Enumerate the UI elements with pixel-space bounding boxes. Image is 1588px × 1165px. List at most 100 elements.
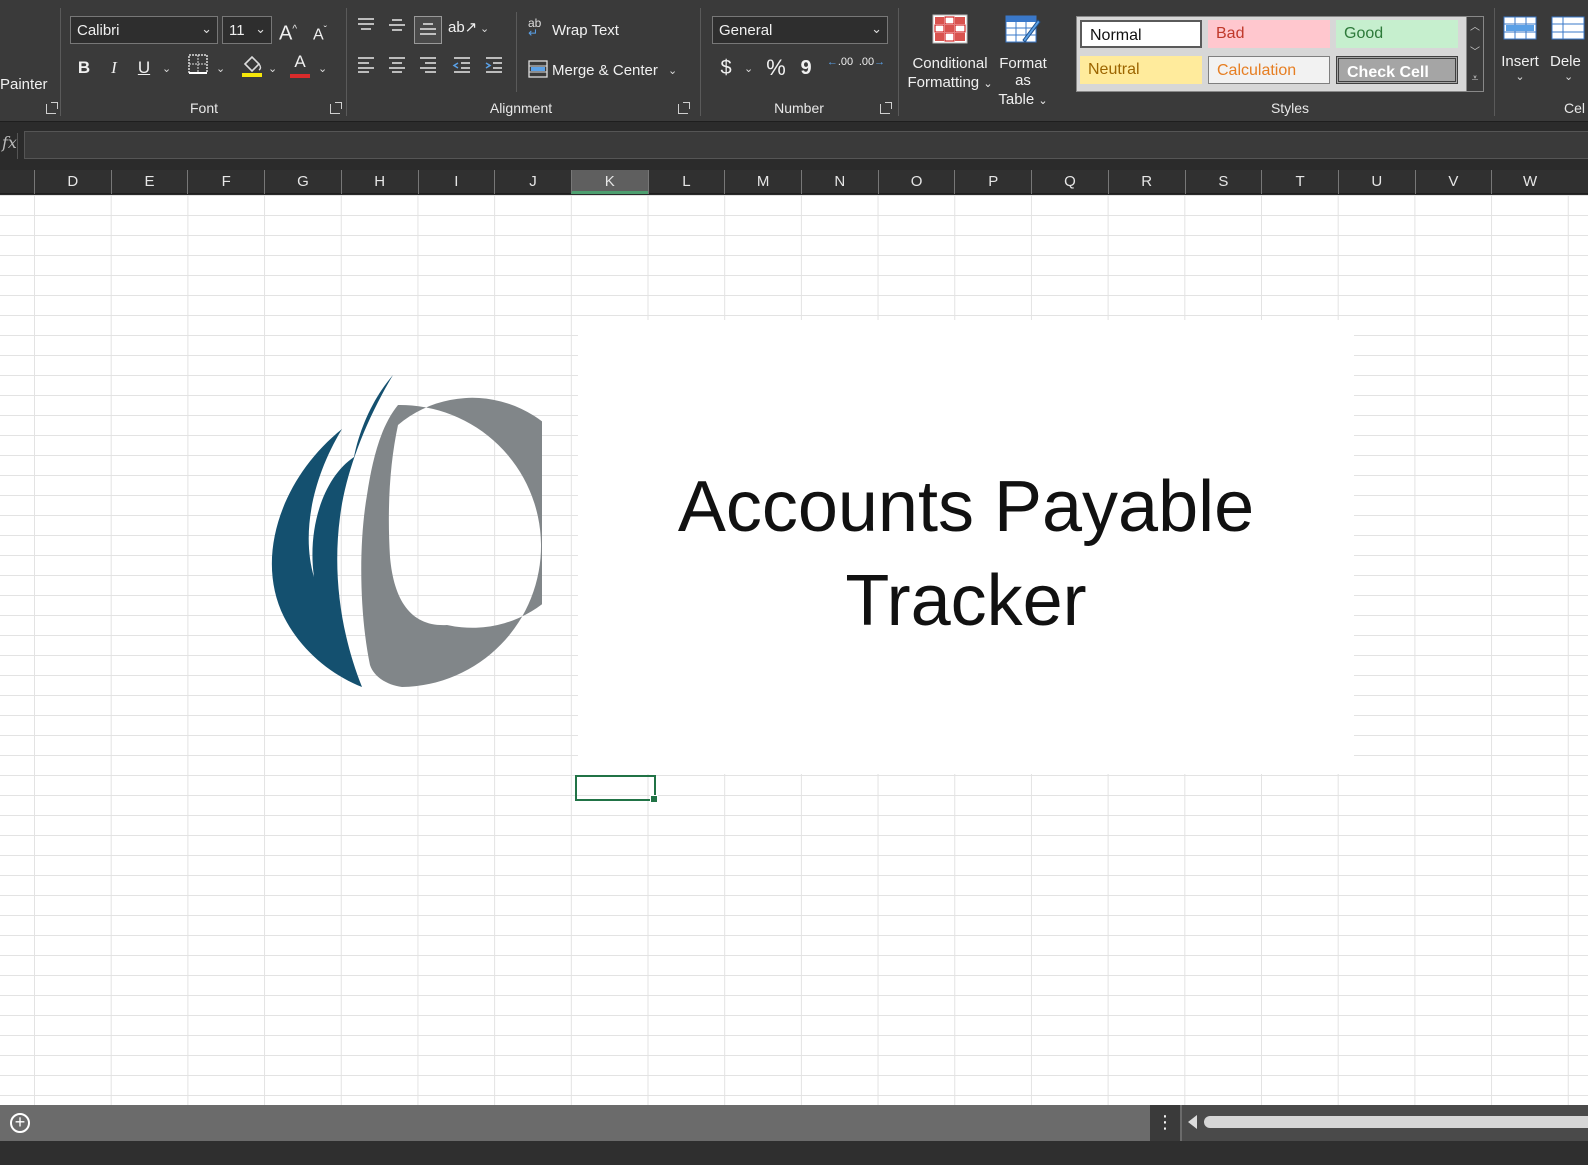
add-sheet-icon[interactable]: + <box>10 1113 30 1133</box>
comma-style-button[interactable]: 9 <box>792 54 820 82</box>
column-header-p[interactable]: P <box>954 170 1031 194</box>
style-calculation[interactable]: Calculation <box>1208 56 1330 84</box>
align-left-icon[interactable] <box>352 54 380 82</box>
scroll-left-icon[interactable] <box>1188 1115 1197 1129</box>
column-header-r[interactable]: R <box>1107 170 1185 194</box>
increase-decimal-button[interactable]: ←.00 <box>826 54 854 82</box>
chevron-down-icon[interactable]: ⌄ <box>268 62 277 75</box>
chevron-up-icon[interactable]: ︿ <box>1467 17 1483 42</box>
align-center-icon[interactable] <box>383 54 411 82</box>
align-right-icon[interactable] <box>414 54 442 82</box>
font-color-icon[interactable]: A <box>286 50 314 78</box>
column-header-e[interactable]: E <box>110 170 188 194</box>
column-header-w[interactable]: W <box>1491 170 1568 194</box>
number-group-label: Number <box>774 100 824 116</box>
chevron-down-icon: ⌄ <box>201 21 212 36</box>
column-header-q[interactable]: Q <box>1031 170 1108 194</box>
column-header-g[interactable]: G <box>264 170 341 194</box>
style-normal[interactable]: Normal <box>1080 20 1202 48</box>
font-name-combo[interactable]: Calibri ⌄ <box>70 16 218 44</box>
active-cell[interactable] <box>575 775 658 803</box>
align-bottom-icon <box>420 23 436 35</box>
chevron-down-icon[interactable]: ﹀ <box>1467 42 1483 67</box>
horizontal-scrollbar[interactable] <box>1182 1105 1588 1141</box>
clipboard-launcher-icon[interactable] <box>46 102 58 114</box>
column-header-partial[interactable] <box>0 170 34 194</box>
font-group: Calibri ⌄ 11 ⌄ A^ Aˇ B I U ⌄ ⌄ ⌄ A ⌄ Fon… <box>62 0 346 122</box>
fill-color-icon[interactable] <box>238 52 266 80</box>
chevron-down-icon[interactable]: ⌄ <box>744 62 753 75</box>
style-check-cell[interactable]: Check Cell <box>1336 56 1458 84</box>
decrease-decimal-button[interactable]: .00→ <box>858 54 886 82</box>
orientation-icon[interactable]: ab↗ <box>448 14 477 42</box>
chevron-down-icon[interactable]: ⌄ <box>480 22 489 35</box>
font-group-label: Font <box>189 100 218 116</box>
insert-button[interactable]: Insert ⌄ <box>1500 14 1540 83</box>
font-size-combo[interactable]: 11 ⌄ <box>222 16 272 44</box>
column-header-h[interactable]: H <box>340 170 418 194</box>
align-top-icon[interactable] <box>352 14 380 42</box>
conditional-formatting-button[interactable]: Conditional Formatting ⌄ <box>906 14 994 94</box>
paint-bucket-icon <box>242 55 262 77</box>
column-header-v[interactable]: V <box>1414 170 1492 194</box>
column-header-j[interactable]: J <box>494 170 571 194</box>
underline-button[interactable]: U <box>130 54 158 82</box>
insert-label: Insert <box>1501 53 1539 70</box>
number-format-combo[interactable]: General ⌄ <box>712 16 888 44</box>
scrollbar-thumb[interactable] <box>1204 1116 1588 1128</box>
grow-font-button[interactable]: A^ <box>274 16 302 45</box>
decrease-indent-icon[interactable] <box>448 54 476 82</box>
formula-input[interactable] <box>24 131 1588 159</box>
chevron-down-icon: ⌄ <box>871 21 882 36</box>
chevron-down-icon[interactable]: ⌄ <box>216 62 225 75</box>
number-launcher-icon[interactable] <box>880 102 892 114</box>
currency-button[interactable]: $ <box>712 54 740 82</box>
column-header-o[interactable]: O <box>877 170 955 194</box>
chevron-down-icon[interactable]: ⌄ <box>162 62 171 75</box>
cells-group-label: Cel <box>1564 100 1586 116</box>
style-neutral[interactable]: Neutral <box>1080 56 1202 84</box>
delete-label: Dele <box>1550 53 1581 70</box>
column-header-l[interactable]: L <box>647 170 725 194</box>
shrink-font-button[interactable]: Aˇ <box>306 17 334 45</box>
format-painter-button[interactable]: Painter <box>0 76 48 93</box>
delete-button[interactable]: Dele ⌄ <box>1550 14 1588 83</box>
ribbon: Painter Calibri ⌄ 11 ⌄ A^ Aˇ B I U ⌄ ⌄ ⌄… <box>0 0 1588 122</box>
borders-icon[interactable] <box>184 54 212 82</box>
column-header-s[interactable]: S <box>1184 170 1262 194</box>
style-good[interactable]: Good <box>1336 20 1458 48</box>
more-options-icon[interactable]: ⋮ <box>1150 1105 1180 1141</box>
increase-indent-icon[interactable] <box>480 54 508 82</box>
column-header-i[interactable]: I <box>417 170 495 194</box>
insert-function-icon[interactable]: fx <box>0 133 18 159</box>
worksheet-grid[interactable]: Accounts Payable Tracker <box>0 195 1588 1105</box>
align-middle-icon[interactable] <box>383 14 411 42</box>
format-as-table-button[interactable]: Format as Table ⌄ <box>990 14 1056 108</box>
column-header-m[interactable]: M <box>724 170 801 194</box>
italic-button[interactable]: I <box>100 54 128 82</box>
status-bar <box>0 1141 1588 1165</box>
column-header-t[interactable]: T <box>1261 170 1338 194</box>
align-bottom-icon[interactable] <box>414 16 442 44</box>
column-header-n[interactable]: N <box>801 170 878 194</box>
column-header-u[interactable]: U <box>1337 170 1415 194</box>
column-header-f[interactable]: F <box>187 170 264 194</box>
conditional-formatting-label-2: Formatting <box>907 74 980 91</box>
align-middle-icon <box>389 19 405 31</box>
gallery-more-icon[interactable]: ⩡ <box>1467 67 1483 91</box>
font-name-value: Calibri <box>77 22 120 39</box>
bold-button[interactable]: B <box>70 54 98 82</box>
gallery-scroll[interactable]: ︿ ﹀ ⩡ <box>1466 16 1484 92</box>
company-logo <box>271 375 542 687</box>
chevron-down-icon[interactable]: ⌄ <box>668 64 677 77</box>
percent-button[interactable]: % <box>762 54 790 82</box>
insert-cells-icon <box>1503 16 1537 40</box>
conditional-formatting-label-1: Conditional <box>912 55 988 72</box>
column-header-d[interactable]: D <box>34 170 111 194</box>
column-header-k[interactable]: K <box>570 170 648 194</box>
chevron-down-icon[interactable]: ⌄ <box>318 62 327 75</box>
style-bad[interactable]: Bad <box>1208 20 1330 48</box>
alignment-launcher-icon[interactable] <box>678 102 690 114</box>
font-launcher-icon[interactable] <box>330 102 342 114</box>
chevron-down-icon: ⌄ <box>1564 71 1574 83</box>
